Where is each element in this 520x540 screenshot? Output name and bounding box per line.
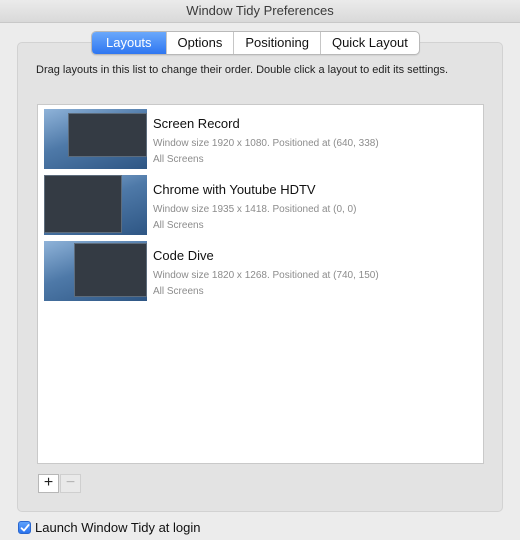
layout-thumbnail [44,175,147,235]
layout-screens: All Screens [153,154,204,165]
launch-at-login-label[interactable]: Launch Window Tidy at login [35,520,200,535]
layout-name: Screen Record [153,116,240,131]
layout-name: Code Dive [153,248,214,263]
launch-at-login-checkbox[interactable] [18,521,31,534]
layout-thumbnail [44,241,147,301]
tab-positioning[interactable]: Positioning [233,32,320,54]
instructions-text: Drag layouts in this list to change thei… [36,64,449,76]
layout-details: Window size 1820 x 1268. Positioned at (… [153,270,379,281]
layout-screens: All Screens [153,286,204,297]
layout-item-code-dive[interactable]: Code Dive Window size 1820 x 1268. Posit… [44,241,484,303]
layout-details: Window size 1920 x 1080. Positioned at (… [153,138,379,149]
tab-bar: Layouts Options Positioning Quick Layout [91,31,420,55]
window-preview [44,175,122,233]
add-layout-button[interactable]: + [38,474,59,493]
layout-screens: All Screens [153,220,204,231]
remove-layout-button[interactable]: − [60,474,81,493]
tab-layouts[interactable]: Layouts [92,32,166,54]
plus-icon: + [43,474,54,491]
window-preview [68,113,147,157]
tab-options[interactable]: Options [165,32,234,54]
layouts-list[interactable]: Screen Record Window size 1920 x 1080. P… [37,104,484,464]
layout-details: Window size 1935 x 1418. Positioned at (… [153,204,357,215]
checkmark-icon [20,524,30,532]
tab-quick-layout[interactable]: Quick Layout [319,32,419,54]
layout-item-screen-record[interactable]: Screen Record Window size 1920 x 1080. P… [44,109,484,171]
layout-name: Chrome with Youtube HDTV [153,182,316,197]
window-preview [74,243,147,297]
layout-item-chrome-youtube-hdtv[interactable]: Chrome with Youtube HDTV Window size 193… [44,175,484,237]
window-title: Window Tidy Preferences [0,0,520,23]
minus-icon: − [65,474,76,491]
layout-thumbnail [44,109,147,169]
